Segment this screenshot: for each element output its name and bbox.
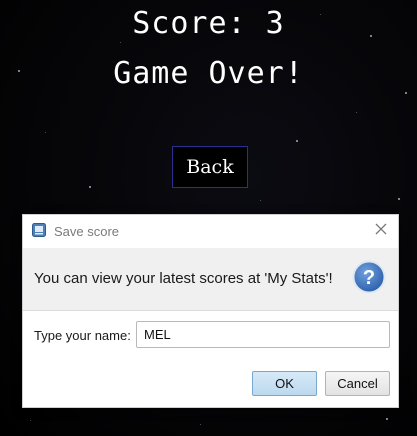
save-score-dialog: Save score You can view your latest scor… — [22, 214, 399, 408]
game-over-text: Game Over! — [113, 56, 304, 91]
score-text: Score: 3 — [132, 6, 285, 41]
name-label: Type your name: — [34, 328, 131, 343]
dialog-title: Save score — [54, 224, 120, 239]
star — [120, 42, 121, 43]
ok-button[interactable]: OK — [252, 371, 317, 396]
star — [405, 92, 407, 94]
star — [89, 186, 91, 188]
star — [45, 132, 46, 133]
star — [356, 112, 357, 113]
star — [296, 140, 298, 142]
divider — [23, 310, 398, 311]
svg-text:?: ? — [363, 267, 375, 289]
message-area: You can view your latest scores at 'My S… — [23, 248, 398, 310]
star — [200, 424, 201, 425]
star — [260, 200, 261, 201]
java-app-icon — [32, 223, 46, 237]
close-icon[interactable] — [374, 222, 388, 236]
star — [30, 420, 31, 421]
cancel-button[interactable]: Cancel — [325, 371, 390, 396]
back-button[interactable]: Back — [172, 146, 248, 188]
dialog-message: You can view your latest scores at 'My S… — [34, 270, 333, 287]
dialog-titlebar: Save score — [23, 215, 398, 247]
name-input[interactable] — [136, 321, 390, 348]
star — [386, 418, 388, 420]
question-icon: ? — [352, 260, 386, 294]
star — [398, 198, 400, 200]
